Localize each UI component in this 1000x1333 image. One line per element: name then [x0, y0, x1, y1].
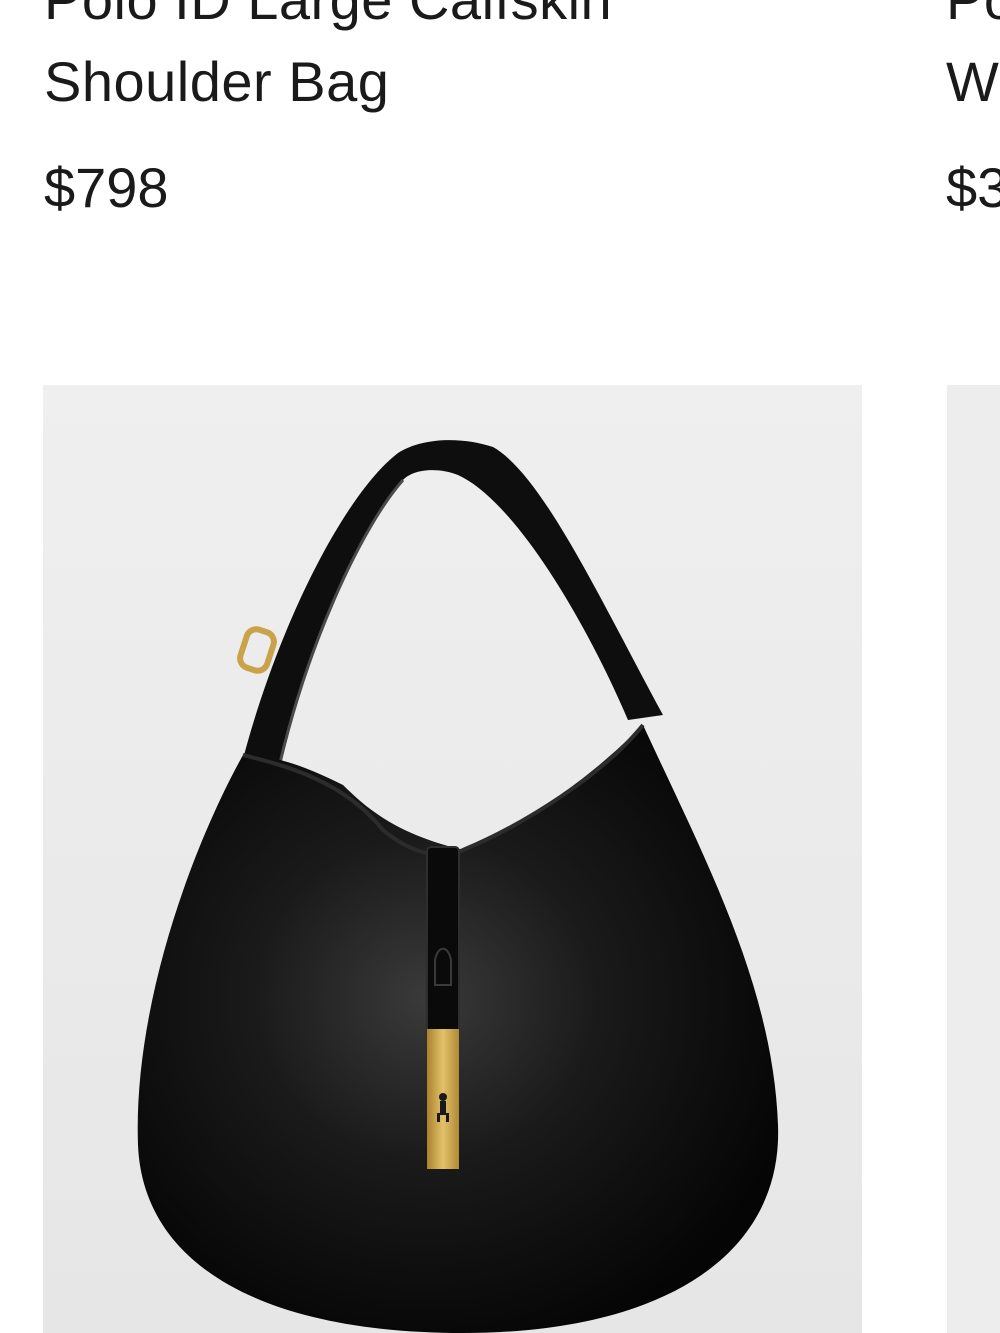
shoulder-bag-illustration [43, 385, 862, 1333]
product-grid: Polo ID Large Calfskin Shoulder Bag $798 [0, 0, 1000, 1333]
product-image[interactable] [43, 385, 862, 1333]
product-title-line-2[interactable]: W [946, 30, 999, 134]
closure-tab [426, 846, 460, 1038]
product-image[interactable] [947, 385, 1000, 1333]
product-price: $798 [44, 156, 169, 219]
product-price: $3 [946, 156, 1000, 219]
product-title-line-2[interactable]: Shoulder Bag [44, 30, 389, 134]
product-card[interactable]: Polo ID Large Calfskin Shoulder Bag $798 [0, 0, 900, 1333]
product-card[interactable]: Po W $3 [900, 0, 1000, 1333]
